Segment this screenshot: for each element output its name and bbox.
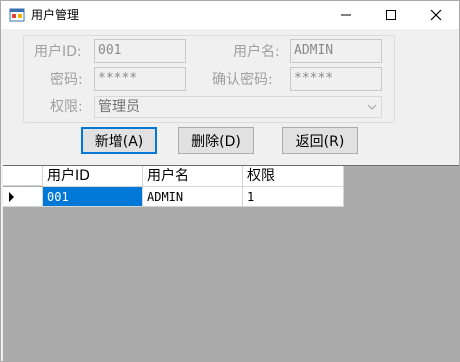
username-field[interactable]: ADMIN xyxy=(290,39,382,63)
current-row-arrow-icon xyxy=(9,192,14,202)
username-label: 用户名: xyxy=(233,44,280,60)
table-cell-user-id[interactable]: 001 xyxy=(43,187,143,207)
close-button[interactable] xyxy=(413,1,458,29)
column-header-user-id[interactable]: 用户ID xyxy=(43,166,143,187)
title-bar[interactable]: 用户管理 xyxy=(1,1,459,29)
delete-button[interactable]: 删除(D) xyxy=(178,127,254,154)
column-header-username[interactable]: 用户名 xyxy=(143,166,243,187)
password-field[interactable]: ***** xyxy=(94,67,186,91)
table-cell-permission[interactable]: 1 xyxy=(243,187,344,207)
minimize-button[interactable] xyxy=(323,1,368,29)
permission-select[interactable]: 管理员 xyxy=(94,96,382,118)
confirm-password-label: 确认密码: xyxy=(212,72,273,88)
maximize-icon xyxy=(385,10,396,20)
confirm-password-field[interactable]: ***** xyxy=(290,67,382,91)
close-icon xyxy=(430,9,441,21)
table-cell-username[interactable]: ADMIN xyxy=(143,187,243,207)
grid-corner-header[interactable] xyxy=(3,166,43,186)
permission-label: 权限: xyxy=(50,99,83,115)
chevron-down-icon[interactable] xyxy=(363,97,381,117)
user-id-label: 用户ID: xyxy=(34,44,82,60)
add-button[interactable]: 新增(A) xyxy=(81,127,157,154)
row-header[interactable] xyxy=(3,187,43,207)
minimize-icon xyxy=(340,14,351,16)
app-icon xyxy=(9,7,25,23)
back-button[interactable]: 返回(R) xyxy=(282,127,358,154)
window-title: 用户管理 xyxy=(31,8,80,22)
user-data-grid[interactable]: 用户ID 用户名 权限 001 ADMIN 1 xyxy=(3,165,459,361)
permission-value: 管理员 xyxy=(98,99,140,115)
password-label: 密码: xyxy=(50,72,83,88)
user-management-window: 用户管理 用户ID: 001 用户名: ADMIN 密码: ***** 确认密码… xyxy=(0,0,460,362)
column-header-permission[interactable]: 权限 xyxy=(243,166,344,187)
maximize-button[interactable] xyxy=(368,1,413,29)
user-id-field[interactable]: 001 xyxy=(94,39,186,63)
